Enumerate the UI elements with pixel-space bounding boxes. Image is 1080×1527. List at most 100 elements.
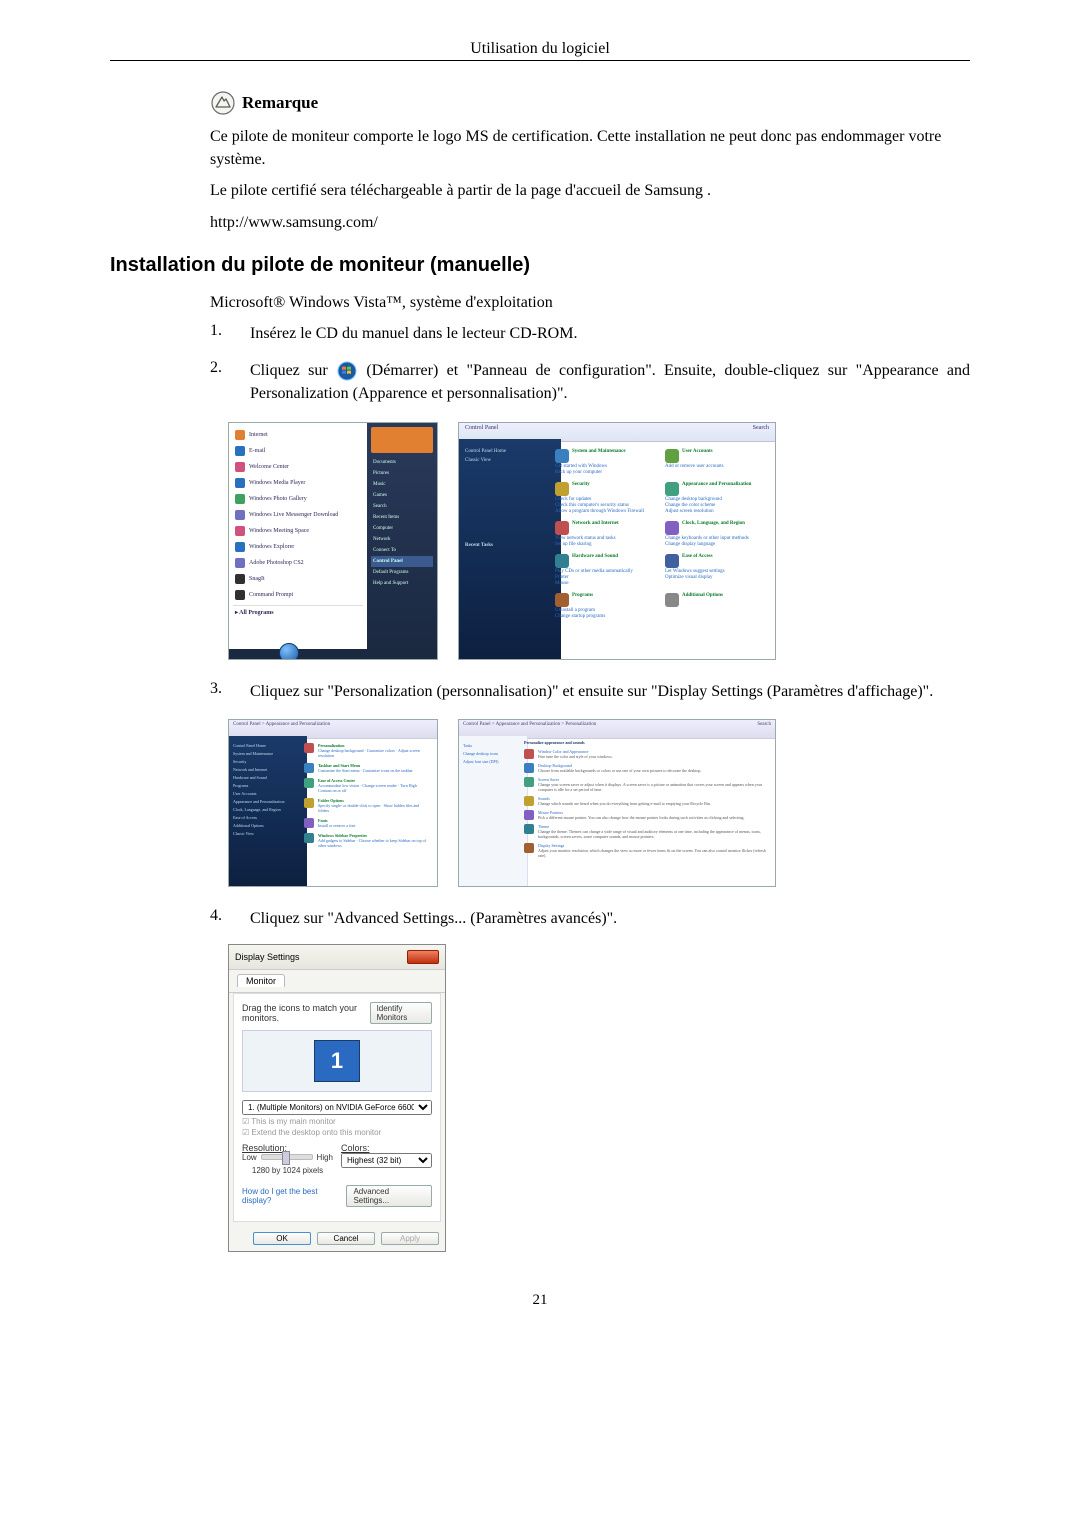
- pe-side-item[interactable]: Tasks: [463, 743, 523, 748]
- ap-category[interactable]: Windows Sidebar PropertiesAdd gadgets to…: [304, 833, 430, 848]
- pe-breadcrumb: Control Panel > Appearance and Personali…: [463, 722, 596, 736]
- header-rule: [110, 60, 970, 61]
- apply-button[interactable]: Apply: [381, 1232, 439, 1245]
- start-menu-item[interactable]: Internet: [233, 427, 363, 443]
- cp-category[interactable]: Ease of AccessLet Windows suggest settin…: [665, 554, 767, 587]
- start-menu-item[interactable]: Welcome Center: [233, 459, 363, 475]
- screenshot-start-menu: InternetE-mailWelcome CenterWindows Medi…: [228, 422, 438, 660]
- start-menu-item[interactable]: Windows Media Player: [233, 475, 363, 491]
- start-menu-right-item[interactable]: Games: [371, 490, 433, 501]
- page-header: Utilisation du logiciel: [110, 40, 970, 58]
- start-menu-right-item[interactable]: Help and Support: [371, 578, 433, 589]
- start-menu-right-item[interactable]: Connect To: [371, 545, 433, 556]
- cp-breadcrumb: Control Panel: [465, 425, 498, 439]
- cp-side-item[interactable]: Classic View: [465, 458, 555, 463]
- pe-item[interactable]: Screen SaverChange your screen saver or …: [524, 777, 768, 792]
- pe-side-item[interactable]: Change desktop icons: [463, 751, 523, 756]
- monitor-1-icon[interactable]: 1: [314, 1040, 360, 1082]
- slider-high: High: [317, 1153, 333, 1162]
- ap-side-item[interactable]: Network and Internet: [233, 767, 303, 772]
- start-menu-item[interactable]: Windows Explorer: [233, 539, 363, 555]
- start-menu-item[interactable]: Windows Live Messenger Download: [233, 507, 363, 523]
- pe-item[interactable]: SoundsChange which sounds are heard when…: [524, 796, 768, 806]
- start-menu-right-item[interactable]: Documents: [371, 457, 433, 468]
- start-menu-right-item[interactable]: Recent Items: [371, 512, 433, 523]
- ok-button[interactable]: OK: [253, 1232, 311, 1245]
- monitor-select[interactable]: 1. (Multiple Monitors) on NVIDIA GeForce…: [242, 1100, 432, 1115]
- start-menu-right-item[interactable]: Music: [371, 479, 433, 490]
- tab-monitor[interactable]: Monitor: [237, 974, 285, 987]
- pe-item[interactable]: Mouse PointersPick a different mouse poi…: [524, 810, 768, 820]
- cancel-button[interactable]: Cancel: [317, 1232, 375, 1245]
- close-icon[interactable]: [407, 950, 439, 964]
- cp-category[interactable]: Hardware and SoundPlay CDs or other medi…: [555, 554, 657, 587]
- ap-side-item[interactable]: Clock, Language, and Region: [233, 807, 303, 812]
- help-link[interactable]: How do I get the best display?: [242, 1187, 346, 1205]
- start-menu-right-item[interactable]: Default Programs: [371, 567, 433, 578]
- screenshot-personalization: Control Panel > Appearance and Personali…: [458, 719, 776, 887]
- step-2-text: Cliquez sur (Démarrer) et "Panneau de co…: [250, 359, 970, 405]
- step-1-text: Insérez le CD du manuel dans le lecteur …: [250, 322, 970, 345]
- screenshot-display-settings: Display Settings Monitor Drag the icons …: [228, 944, 446, 1252]
- step-3-text: Cliquez sur "Personalization (personnali…: [250, 680, 970, 703]
- start-menu-right-item[interactable]: Control Panel: [371, 556, 433, 567]
- ap-side-item[interactable]: User Accounts: [233, 791, 303, 796]
- colors-label: Colors:: [341, 1143, 432, 1153]
- start-menu-right-item[interactable]: Computer: [371, 523, 433, 534]
- section-intro: Microsoft® Windows Vista™, système d'exp…: [210, 291, 970, 314]
- cp-category[interactable]: Appearance and PersonalizationChange des…: [665, 482, 767, 515]
- identify-monitors-button[interactable]: Identify Monitors: [370, 1002, 432, 1024]
- cp-category[interactable]: Network and InternetView network status …: [555, 521, 657, 548]
- pe-item[interactable]: Window Color and AppearanceFine tune the…: [524, 749, 768, 759]
- ap-side-item[interactable]: System and Maintenance: [233, 751, 303, 756]
- pe-item[interactable]: Display SettingsAdjust your monitor reso…: [524, 843, 768, 858]
- start-menu-right-item[interactable]: Pictures: [371, 468, 433, 479]
- pe-side-item[interactable]: Adjust font size (DPI): [463, 759, 523, 764]
- all-programs[interactable]: ▸ All Programs: [233, 605, 363, 619]
- ap-side-item[interactable]: Appearance and Personalization: [233, 799, 303, 804]
- cp-category[interactable]: ProgramsUninstall a programChange startu…: [555, 593, 657, 620]
- ap-category[interactable]: Taskbar and Start MenuCustomize the Star…: [304, 763, 430, 773]
- start-menu-item[interactable]: Windows Photo Gallery: [233, 491, 363, 507]
- chk-main-monitor: ☑ This is my main monitor: [242, 1117, 432, 1126]
- start-menu-item[interactable]: Windows Meeting Space: [233, 523, 363, 539]
- section-heading: Installation du pilote de moniteur (manu…: [110, 254, 970, 277]
- cp-category[interactable]: SecurityCheck for updatesCheck this comp…: [555, 482, 657, 515]
- start-menu-right-item[interactable]: Search: [371, 501, 433, 512]
- ap-side-item[interactable]: Programs: [233, 783, 303, 788]
- resolution-slider[interactable]: [261, 1154, 313, 1160]
- start-menu-item[interactable]: Command Prompt: [233, 587, 363, 603]
- pe-heading: Personalize appearance and sounds: [524, 740, 768, 745]
- ap-category[interactable]: PersonalizationChange desktop background…: [304, 743, 430, 758]
- step-4-text: Cliquez sur "Advanced Settings... (Param…: [250, 907, 970, 930]
- cp-category[interactable]: Additional Options: [665, 593, 767, 620]
- ap-side-item[interactable]: Ease of Access: [233, 815, 303, 820]
- start-menu-item[interactable]: E-mail: [233, 443, 363, 459]
- colors-select[interactable]: Highest (32 bit): [341, 1153, 432, 1168]
- ap-side-item[interactable]: Security: [233, 759, 303, 764]
- note-icon: [211, 91, 235, 115]
- ap-side-item[interactable]: Classic View: [233, 831, 303, 836]
- start-menu-item[interactable]: SnagIt: [233, 571, 363, 587]
- note-paragraph-2: Le pilote certifié sera téléchargeable à…: [210, 179, 970, 202]
- ap-category[interactable]: FontsInstall or remove a font: [304, 818, 430, 828]
- page-number: 21: [110, 1292, 970, 1309]
- step-3-number: 3.: [210, 680, 228, 698]
- cp-side-item[interactable]: Control Panel Home: [465, 449, 555, 454]
- slider-low: Low: [242, 1153, 257, 1162]
- ap-side-item[interactable]: Hardware and Sound: [233, 775, 303, 780]
- ap-side-item[interactable]: Additional Options: [233, 823, 303, 828]
- cp-category[interactable]: User AccountsAdd or remove user accounts: [665, 449, 767, 476]
- screenshot-control-panel: Control PanelSearch Control Panel HomeCl…: [458, 422, 776, 660]
- cp-category[interactable]: Clock, Language, and RegionChange keyboa…: [665, 521, 767, 548]
- monitor-preview: 1: [242, 1030, 432, 1092]
- ap-side-item[interactable]: Control Panel Home: [233, 743, 303, 748]
- cp-category[interactable]: System and MaintenanceGet started with W…: [555, 449, 657, 476]
- start-menu-right-item[interactable]: Network: [371, 534, 433, 545]
- ap-category[interactable]: Ease of Access CenterAccommodate low vis…: [304, 778, 430, 793]
- advanced-settings-button[interactable]: Advanced Settings...: [346, 1185, 432, 1207]
- pe-item[interactable]: Desktop BackgroundChoose from available …: [524, 763, 768, 773]
- start-menu-item[interactable]: Adobe Photoshop CS2: [233, 555, 363, 571]
- ap-category[interactable]: Folder OptionsSpecify single- or double-…: [304, 798, 430, 813]
- pe-item[interactable]: ThemeChange the theme. Themes can change…: [524, 824, 768, 839]
